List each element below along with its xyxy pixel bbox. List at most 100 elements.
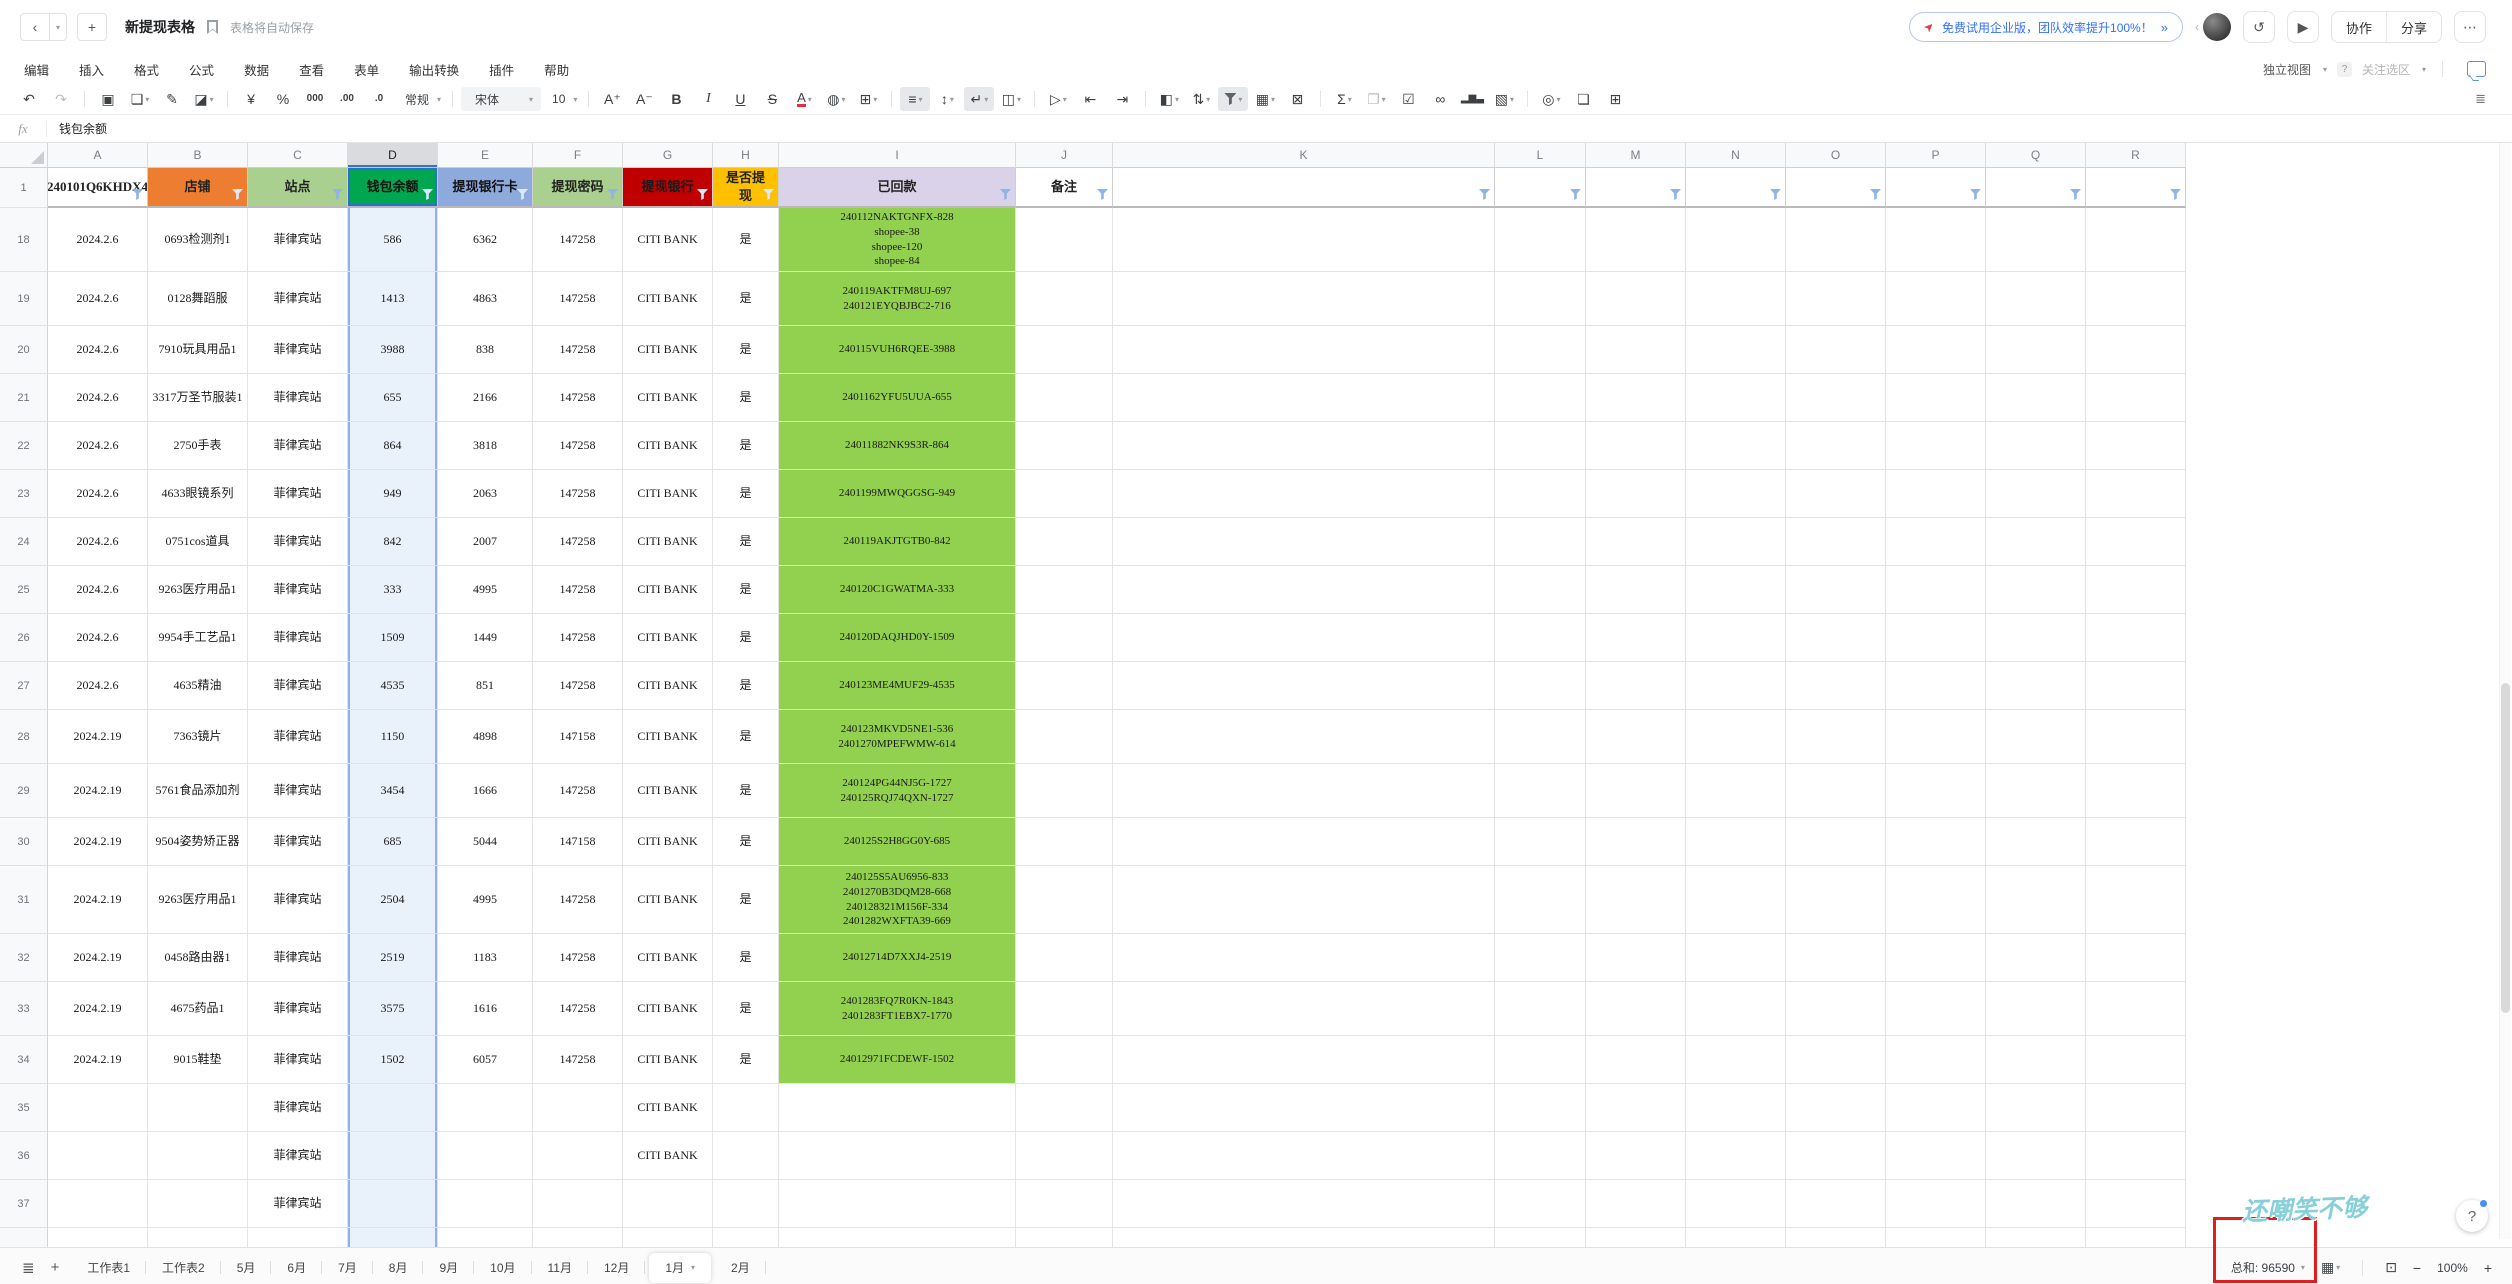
cell-N27[interactable] bbox=[1686, 662, 1786, 710]
filter-funnel-icon[interactable] bbox=[517, 189, 528, 200]
cell-L19[interactable] bbox=[1495, 272, 1586, 326]
cell-B22[interactable]: 2750手表 bbox=[148, 422, 248, 470]
row-header-35[interactable]: 35 bbox=[0, 1084, 48, 1132]
cell-A29[interactable]: 2024.2.19 bbox=[48, 764, 148, 818]
cell-K31[interactable] bbox=[1113, 866, 1495, 934]
row-header-22[interactable]: 22 bbox=[0, 422, 48, 470]
filter-funnel-icon[interactable] bbox=[2070, 189, 2081, 200]
cell-O27[interactable] bbox=[1786, 662, 1886, 710]
cell-N28[interactable] bbox=[1686, 710, 1786, 764]
cell-D29[interactable]: 3454 bbox=[348, 764, 438, 818]
cell-L35[interactable] bbox=[1495, 1084, 1586, 1132]
column-header-D[interactable]: D bbox=[348, 143, 438, 168]
sheet-tab-8[interactable]: 11月 bbox=[532, 1248, 588, 1284]
cell-P38[interactable] bbox=[1886, 1228, 1986, 1247]
cell-R35[interactable] bbox=[2086, 1084, 2186, 1132]
cell-L25[interactable] bbox=[1495, 566, 1586, 614]
cell-I29[interactable]: 240124PG44NJ5G-1727 240125RQJ74QXN-1727 bbox=[779, 764, 1016, 818]
cell-R23[interactable] bbox=[2086, 470, 2186, 518]
sheet-tab-5[interactable]: 8月 bbox=[373, 1248, 424, 1284]
zoom-level[interactable]: 100% bbox=[2437, 1261, 2468, 1275]
cell-R21[interactable] bbox=[2086, 374, 2186, 422]
cell-N22[interactable] bbox=[1686, 422, 1786, 470]
percent-button[interactable]: % bbox=[268, 87, 298, 111]
cell-L24[interactable] bbox=[1495, 518, 1586, 566]
cell-N29[interactable] bbox=[1686, 764, 1786, 818]
cell-D30[interactable]: 685 bbox=[348, 818, 438, 866]
cell-I25[interactable]: 240120C1GWATMA-333 bbox=[779, 566, 1016, 614]
sheet-tab-1[interactable]: 工作表2 bbox=[146, 1248, 221, 1284]
cell-C26[interactable]: 菲律宾站 bbox=[248, 614, 348, 662]
cell-K21[interactable] bbox=[1113, 374, 1495, 422]
cell-E30[interactable]: 5044 bbox=[438, 818, 533, 866]
comments-panel-icon[interactable] bbox=[2467, 61, 2486, 77]
cell-D19[interactable]: 1413 bbox=[348, 272, 438, 326]
cell-E19[interactable]: 4863 bbox=[438, 272, 533, 326]
sheet-tab-11[interactable]: 2月 bbox=[715, 1248, 766, 1284]
cell-Q28[interactable] bbox=[1986, 710, 2086, 764]
cell-J34[interactable] bbox=[1016, 1036, 1113, 1084]
cell-B38[interactable] bbox=[148, 1228, 248, 1247]
row-header-34[interactable]: 34 bbox=[0, 1036, 48, 1084]
cell-J24[interactable] bbox=[1016, 518, 1113, 566]
cell-R27[interactable] bbox=[2086, 662, 2186, 710]
filter-funnel-icon[interactable] bbox=[332, 189, 343, 200]
cell-F35[interactable] bbox=[533, 1084, 623, 1132]
cell-F26[interactable]: 147258 bbox=[533, 614, 623, 662]
cell-J23[interactable] bbox=[1016, 470, 1113, 518]
cell-O19[interactable] bbox=[1786, 272, 1886, 326]
filter-funnel-icon[interactable] bbox=[1670, 189, 1681, 200]
freeze-button[interactable]: ◧▾ bbox=[1154, 87, 1184, 111]
cell-O34[interactable] bbox=[1786, 1036, 1886, 1084]
italic-button[interactable]: I bbox=[693, 87, 723, 111]
filter-funnel-icon[interactable] bbox=[1570, 189, 1581, 200]
sheet-list-icon[interactable]: ≣ bbox=[14, 1259, 43, 1277]
row-header-27[interactable]: 27 bbox=[0, 662, 48, 710]
cell-B30[interactable]: 9504姿势矫正器 bbox=[148, 818, 248, 866]
cell-C34[interactable]: 菲律宾站 bbox=[248, 1036, 348, 1084]
cell-A38[interactable] bbox=[48, 1228, 148, 1247]
cell-M1[interactable] bbox=[1586, 168, 1686, 208]
cell-N35[interactable] bbox=[1686, 1084, 1786, 1132]
formula-input[interactable]: 钱包余额 bbox=[47, 120, 119, 137]
cell-R19[interactable] bbox=[2086, 272, 2186, 326]
vertical-align-button[interactable]: ↕▾ bbox=[932, 87, 962, 111]
cell-G33[interactable]: CITI BANK bbox=[623, 982, 713, 1036]
cell-R37[interactable] bbox=[2086, 1180, 2186, 1228]
cell-C27[interactable]: 菲律宾站 bbox=[248, 662, 348, 710]
fill-color-button[interactable]: ◍▾ bbox=[821, 87, 851, 111]
cell-H33[interactable]: 是 bbox=[713, 982, 779, 1036]
cell-M19[interactable] bbox=[1586, 272, 1686, 326]
cell-R28[interactable] bbox=[2086, 710, 2186, 764]
bookmark-icon[interactable] bbox=[207, 20, 218, 34]
cell-C36[interactable]: 菲律宾站 bbox=[248, 1132, 348, 1180]
cell-B25[interactable]: 9263医疗用品1 bbox=[148, 566, 248, 614]
filter-funnel-icon[interactable] bbox=[1770, 189, 1781, 200]
filter-funnel-icon[interactable] bbox=[1000, 189, 1011, 200]
cell-G37[interactable] bbox=[623, 1180, 713, 1228]
cell-F19[interactable]: 147258 bbox=[533, 272, 623, 326]
cell-O37[interactable] bbox=[1786, 1180, 1886, 1228]
cell-R1[interactable] bbox=[2086, 168, 2186, 208]
cell-L21[interactable] bbox=[1495, 374, 1586, 422]
select-all-corner[interactable] bbox=[0, 143, 48, 168]
checkbox-button[interactable]: ☑ bbox=[1393, 87, 1423, 111]
cell-D26[interactable]: 1509 bbox=[348, 614, 438, 662]
row-header-36[interactable]: 36 bbox=[0, 1132, 48, 1180]
snapshot-button[interactable]: ❏ bbox=[1568, 87, 1598, 111]
cell-C35[interactable]: 菲律宾站 bbox=[248, 1084, 348, 1132]
link-button[interactable]: ∞ bbox=[1425, 87, 1455, 111]
cell-I33[interactable]: 2401283FQ7R0KN-1843 2401283FT1EBX7-1770 bbox=[779, 982, 1016, 1036]
font-color-button[interactable]: A▾ bbox=[789, 87, 819, 111]
cell-R34[interactable] bbox=[2086, 1036, 2186, 1084]
cell-B33[interactable]: 4675药品1 bbox=[148, 982, 248, 1036]
grid-view-button[interactable]: ▦▾ bbox=[1250, 87, 1280, 111]
increase-decimal-button[interactable]: .00 bbox=[332, 87, 362, 111]
cell-E38[interactable] bbox=[438, 1228, 533, 1247]
history-button[interactable]: ↺ bbox=[2243, 11, 2275, 43]
cell-O22[interactable] bbox=[1786, 422, 1886, 470]
cell-D22[interactable]: 864 bbox=[348, 422, 438, 470]
cell-L30[interactable] bbox=[1495, 818, 1586, 866]
cell-G18[interactable]: CITI BANK bbox=[623, 208, 713, 272]
filter-funnel-icon[interactable] bbox=[422, 189, 433, 200]
